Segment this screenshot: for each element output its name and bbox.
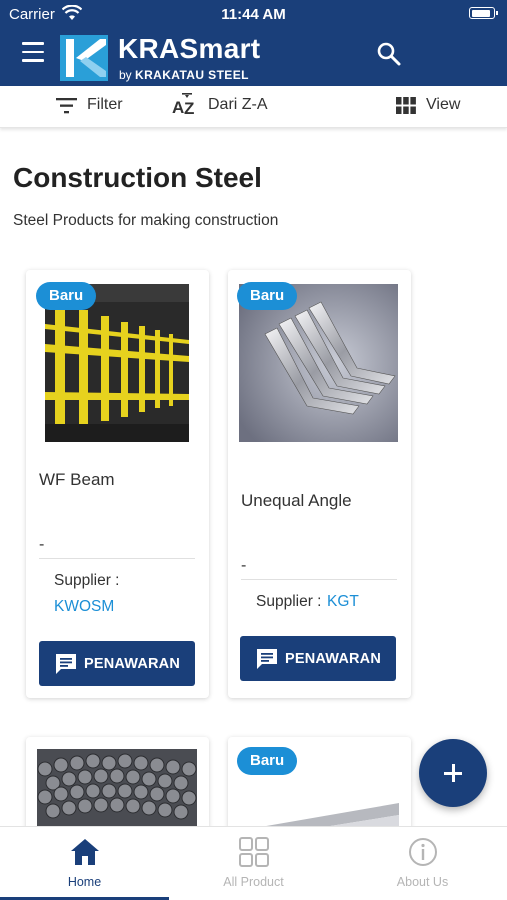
grid-view-icon [396,96,416,114]
brand-subtitle: by KRAKATAU STEEL [119,68,249,82]
supplier-link[interactable]: KWOSM [54,598,114,616]
status-time: 11:44 AM [221,6,286,23]
new-badge: Baru [36,282,97,310]
grid-icon [239,837,269,867]
offer-button-label: PENAWARAN [284,650,382,667]
brand-name: KRASmart [118,33,261,64]
sort-button[interactable]: A Z Dari Z-A [172,92,268,118]
filter-button[interactable]: Filter [56,92,123,118]
nav-all-product-label: All Product [223,875,284,889]
new-badge: Baru [237,747,298,775]
view-toggle-button[interactable]: View [396,92,460,118]
brand-company: KRAKATAU STEEL [135,68,249,82]
product-name: Unequal Angle [241,491,352,510]
card-divider [241,579,397,580]
new-badge: Baru [237,282,298,310]
product-card[interactable] [26,737,209,837]
offer-button-label: PENAWARAN [83,655,181,672]
battery-icon [469,7,498,19]
category-subtitle: Steel Products for making construction [13,212,279,229]
bottom-navigation: Home All Product About Us [0,826,507,900]
sort-az-icon: A Z [172,93,194,118]
filter-label: Filter [87,96,123,113]
nav-all-product[interactable]: All Product [169,827,338,900]
supplier-label: Supplier : [54,572,120,589]
svg-text:Z: Z [184,99,194,118]
product-card[interactable]: Baru WF Beam - Supplier : KWOSM PENAWARA… [26,270,209,698]
supplier-link[interactable]: KGT [327,593,359,611]
menu-icon-bar [22,59,44,62]
view-label: View [426,96,461,113]
nav-home-label: Home [67,875,102,889]
card-divider [39,558,195,559]
status-bar: Carrier 11:44 AM [0,0,507,30]
supplier-label: Supplier : [256,593,322,610]
sort-label: Dari Z-A [208,96,268,113]
krakatau-logo [60,35,108,81]
app-header: Carrier 11:44 AM KRASmart by KRAKATAU ST… [0,0,507,86]
product-card[interactable]: Baru [228,737,411,837]
offer-button[interactable]: PENAWARAN [240,636,396,681]
category-title: Construction Steel [13,162,262,193]
battery-level [471,9,490,17]
product-price: - [39,536,45,553]
offer-button[interactable]: PENAWARAN [39,641,195,686]
nav-about-us-label: About Us [396,875,449,889]
message-icon [55,653,76,674]
menu-icon-bar [22,42,44,45]
product-name: WF Beam [39,470,115,489]
filter-bar: Filter A Z Dari Z-A View [0,86,507,128]
add-button[interactable] [419,739,487,807]
svg-text:A: A [172,98,184,117]
search-icon[interactable] [376,41,402,67]
brand-by: by [119,68,132,82]
filter-icon [56,97,77,113]
info-icon [409,838,437,866]
product-card[interactable]: Baru Unequal Angle - Supplier : KGT PENA… [228,270,411,698]
menu-button[interactable] [22,42,44,62]
nav-home[interactable]: Home [0,827,169,900]
home-icon [71,839,99,865]
message-icon [256,648,277,669]
nav-about-us[interactable]: About Us [338,827,507,900]
product-price: - [241,557,247,574]
menu-icon-bar [22,50,44,53]
product-image-steel-bars [37,749,197,837]
